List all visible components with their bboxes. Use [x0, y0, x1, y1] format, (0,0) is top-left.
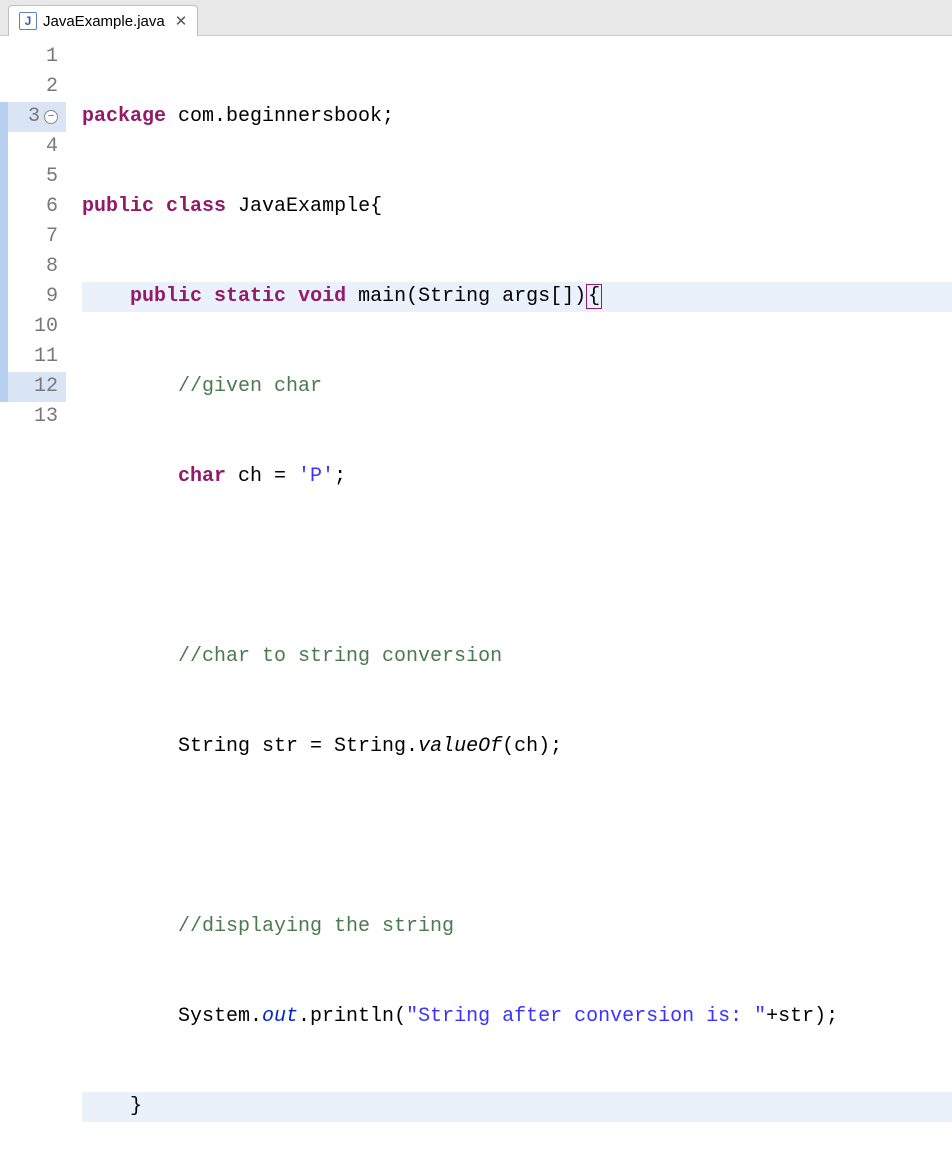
- change-marker: [0, 252, 8, 282]
- tab-filename: JavaExample.java: [43, 13, 165, 30]
- change-marker: [0, 342, 8, 372]
- line-num: 1: [46, 42, 58, 72]
- code-text: main(String args[]): [346, 285, 586, 308]
- fold-collapse-icon[interactable]: −: [44, 110, 58, 124]
- code-text: }: [130, 1095, 142, 1118]
- line-num: 11: [34, 342, 58, 372]
- change-marker: [0, 312, 8, 342]
- string-literal: "String after conversion is: ": [406, 1005, 766, 1028]
- change-marker: [0, 132, 8, 162]
- code-text: ch =: [226, 465, 298, 488]
- comment: //given char: [178, 375, 322, 398]
- field: out: [262, 1005, 298, 1028]
- change-marker: [0, 192, 8, 222]
- close-icon[interactable]: ✕: [175, 12, 188, 30]
- keyword: package: [82, 105, 166, 128]
- code-text: System.: [178, 1005, 262, 1028]
- line-num: 13: [34, 402, 58, 432]
- line-num: 4: [46, 132, 58, 162]
- line-num: 2: [46, 72, 58, 102]
- keyword: void: [298, 285, 346, 308]
- line-num: 7: [46, 222, 58, 252]
- line-num: 3: [28, 102, 40, 132]
- line-gutter: 1 2 3− 4 5 6 7 8 9 10 11 12 13: [0, 42, 70, 1172]
- editor-tab-bar: J JavaExample.java ✕: [0, 0, 952, 36]
- line-num: 12: [34, 372, 58, 402]
- code-text: com.beginnersbook;: [166, 105, 394, 128]
- change-marker: [0, 162, 8, 192]
- line-num: 9: [46, 282, 58, 312]
- line-num: 6: [46, 192, 58, 222]
- keyword: char: [178, 465, 226, 488]
- method-call: valueOf: [418, 735, 502, 758]
- code-editor[interactable]: 1 2 3− 4 5 6 7 8 9 10 11 12 13 package c…: [0, 36, 952, 1172]
- line-num: 8: [46, 252, 58, 282]
- comment: //char to string conversion: [178, 645, 502, 668]
- string-literal: 'P': [298, 465, 334, 488]
- keyword: public: [130, 285, 202, 308]
- line-num: 10: [34, 312, 58, 342]
- keyword: public: [82, 195, 154, 218]
- change-marker: [0, 282, 8, 312]
- change-marker: [0, 222, 8, 252]
- line-num: 5: [46, 162, 58, 192]
- code-text: .println(: [298, 1005, 406, 1028]
- code-text: (ch);: [502, 735, 562, 758]
- java-file-icon: J: [19, 12, 37, 30]
- keyword: static: [214, 285, 286, 308]
- keyword: class: [166, 195, 226, 218]
- code-text: String str = String.: [178, 735, 418, 758]
- editor-pane: J JavaExample.java ✕ 1 2 3− 4 5 6 7 8 9 …: [0, 0, 952, 1172]
- code-text: +str);: [766, 1005, 838, 1028]
- change-marker: [0, 372, 8, 402]
- cursor-brace: {: [586, 284, 602, 309]
- code-text: ;: [334, 465, 346, 488]
- editor-tab[interactable]: J JavaExample.java ✕: [8, 5, 198, 36]
- code-text: JavaExample{: [226, 195, 382, 218]
- change-marker: [0, 102, 8, 132]
- code-content[interactable]: package com.beginnersbook; public class …: [70, 42, 952, 1172]
- comment: //displaying the string: [178, 915, 454, 938]
